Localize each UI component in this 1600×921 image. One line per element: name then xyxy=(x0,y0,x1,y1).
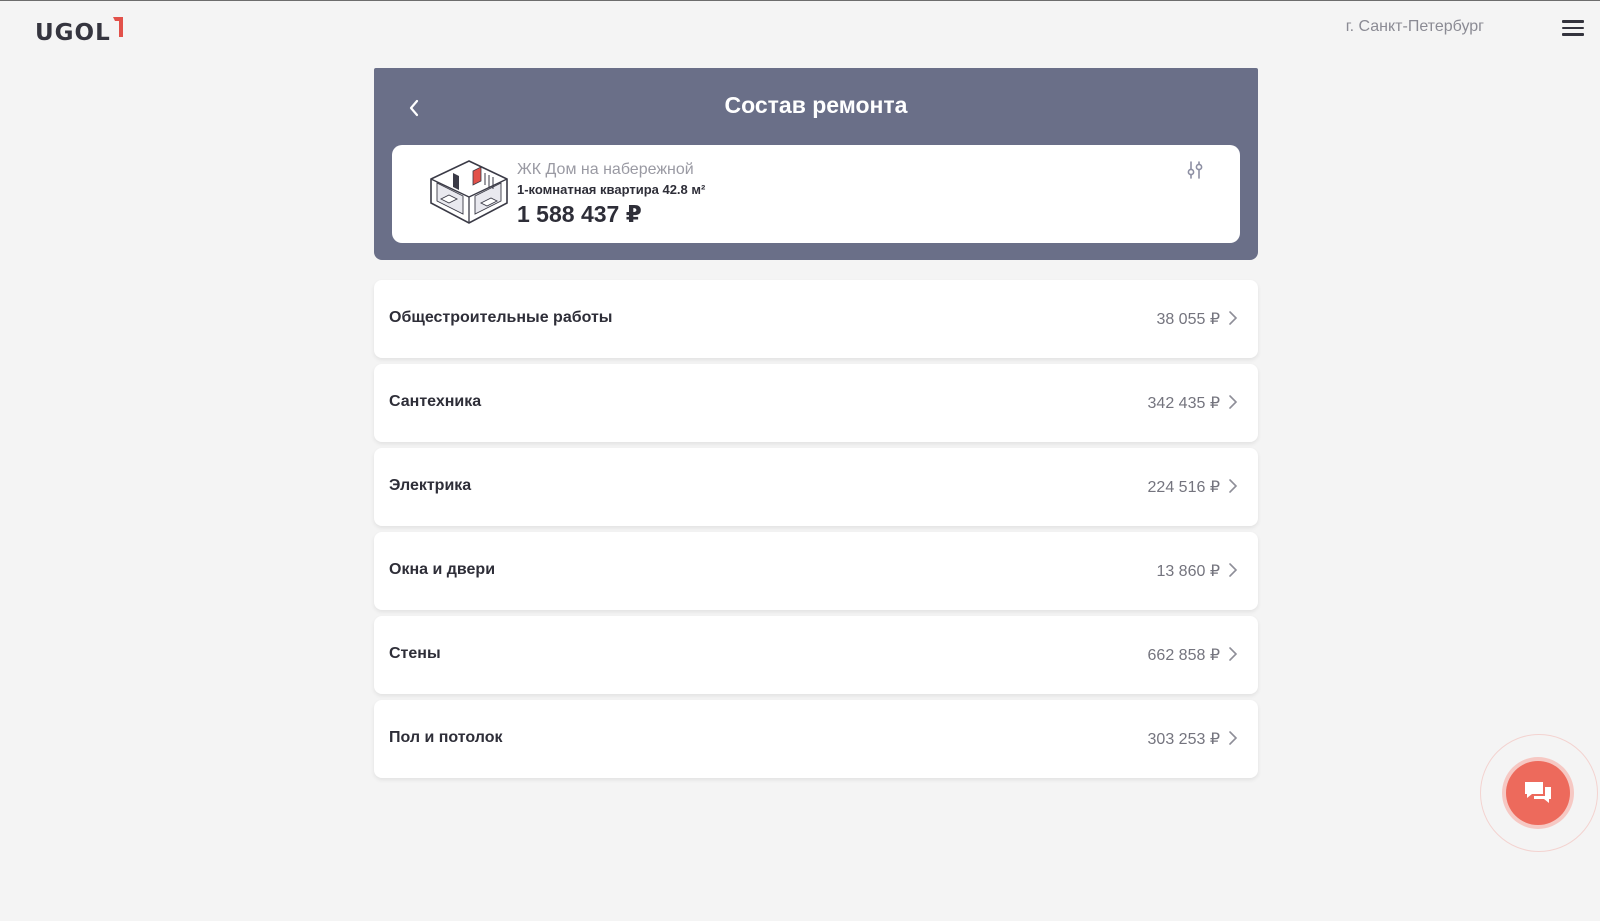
list-item[interactable]: Стены 662 858 ₽ xyxy=(374,616,1258,694)
chat-button[interactable] xyxy=(1506,761,1570,825)
chevron-right-icon xyxy=(1229,647,1238,661)
category-price: 342 435 ₽ xyxy=(1147,395,1220,412)
category-price: 662 858 ₽ xyxy=(1147,647,1220,664)
repair-categories-list: Общестроительные работы 38 055 ₽ Сантехн… xyxy=(374,280,1258,784)
list-item[interactable]: Электрика 224 516 ₽ xyxy=(374,448,1258,526)
logo[interactable]: UGOL xyxy=(35,15,123,45)
apartment-summary-card: ЖК Дом на набережной 1-комнатная квартир… xyxy=(392,145,1240,243)
category-label: Электрика xyxy=(389,477,472,494)
residential-complex-name: ЖК Дом на набережной xyxy=(517,161,694,178)
list-item[interactable]: Общестроительные работы 38 055 ₽ xyxy=(374,280,1258,358)
category-price: 303 253 ₽ xyxy=(1147,731,1220,748)
total-price: 1 588 437 ₽ xyxy=(517,201,642,227)
category-price: 38 055 ₽ xyxy=(1156,311,1220,328)
city-selector[interactable]: г. Санкт-Петербург xyxy=(1346,18,1484,36)
category-label: Стены xyxy=(389,645,441,662)
logo-mark-icon xyxy=(112,17,123,37)
chevron-right-icon xyxy=(1229,563,1238,577)
list-item[interactable]: Окна и двери 13 860 ₽ xyxy=(374,532,1258,610)
logo-text: UGOL xyxy=(35,20,111,46)
category-price: 13 860 ₽ xyxy=(1156,563,1220,580)
chevron-right-icon xyxy=(1229,731,1238,745)
apartment-isometric-icon xyxy=(430,160,508,224)
list-item[interactable]: Сантехника 342 435 ₽ xyxy=(374,364,1258,442)
sliders-icon[interactable] xyxy=(1184,159,1206,181)
repair-header-panel: Состав ремонта ЖК Дом на набережной 1-ко… xyxy=(374,68,1258,260)
page-title: Состав ремонта xyxy=(724,92,908,118)
category-label: Сантехника xyxy=(389,393,482,410)
chat-icon xyxy=(1525,782,1551,803)
category-label: Окна и двери xyxy=(389,561,496,578)
list-item[interactable]: Пол и потолок 303 253 ₽ xyxy=(374,700,1258,778)
category-label: Пол и потолок xyxy=(389,729,503,746)
category-label: Общестроительные работы xyxy=(389,309,613,326)
apartment-type: 1-комнатная квартира 42.8 м² xyxy=(517,182,706,197)
chevron-right-icon xyxy=(1229,311,1238,325)
burger-menu-icon[interactable] xyxy=(1562,19,1584,37)
category-price: 224 516 ₽ xyxy=(1147,479,1220,496)
chevron-right-icon xyxy=(1229,479,1238,493)
chevron-right-icon xyxy=(1229,395,1238,409)
